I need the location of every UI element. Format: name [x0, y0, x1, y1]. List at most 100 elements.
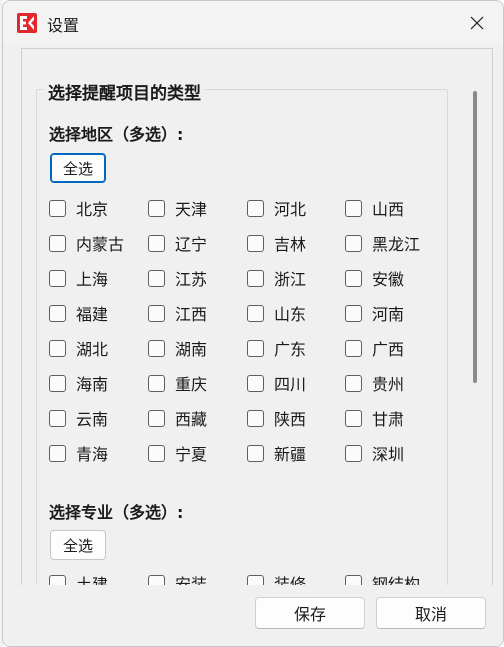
checkbox-label: 陕西 [274, 410, 307, 429]
checkbox[interactable] [345, 234, 362, 252]
checkbox[interactable] [49, 339, 66, 357]
close-icon [470, 16, 484, 30]
checkbox-item[interactable]: 青海 [49, 441, 108, 465]
checkbox-item[interactable]: 西藏 [148, 406, 207, 430]
checkbox-item[interactable]: 土建 [49, 571, 108, 585]
checkbox-label: 浙江 [274, 270, 307, 289]
checkbox-item[interactable]: 辽宁 [148, 231, 207, 255]
checkbox-label: 青海 [76, 445, 109, 464]
checkbox-label: 山西 [372, 200, 405, 219]
checkbox[interactable] [49, 199, 66, 217]
checkbox-label: 内蒙古 [76, 235, 125, 254]
checkbox-item[interactable]: 广西 [345, 336, 404, 360]
checkbox-item[interactable]: 重庆 [148, 371, 207, 395]
checkbox-item[interactable]: 吉林 [247, 231, 306, 255]
checkbox-label: 江西 [175, 305, 208, 324]
checkbox[interactable] [247, 339, 264, 357]
checkbox-label: 重庆 [175, 375, 208, 394]
checkbox-item[interactable]: 福建 [49, 301, 108, 325]
checkbox-label: 河南 [372, 305, 405, 324]
checkbox-item[interactable]: 装修 [247, 571, 307, 586]
checkbox-item[interactable]: 河南 [345, 301, 404, 325]
checkbox-item[interactable]: 江西 [148, 301, 207, 325]
checkbox-item[interactable]: 天津 [148, 196, 207, 220]
region-section-label: 选择地区（多选）: [49, 125, 184, 144]
checkbox-item[interactable]: 河北 [247, 196, 306, 220]
checkbox[interactable] [148, 269, 165, 287]
app-logo-icon [17, 13, 37, 33]
close-button[interactable] [459, 7, 495, 39]
checkbox-item[interactable]: 海南 [49, 371, 108, 395]
checkbox[interactable] [148, 409, 165, 427]
checkbox[interactable] [247, 269, 264, 287]
save-button[interactable]: 保存 [255, 597, 365, 629]
checkbox-label: 天津 [175, 200, 208, 219]
checkbox-item[interactable]: 贵州 [345, 371, 404, 395]
title-bar: 设置 [3, 1, 503, 45]
checkbox-label: 西藏 [175, 410, 208, 429]
checkbox-label: 广西 [372, 340, 405, 359]
checkbox-item[interactable]: 黑龙江 [345, 231, 420, 255]
checkbox[interactable] [148, 374, 165, 392]
checkbox-label: 广东 [274, 340, 307, 359]
region-select-all-button[interactable]: 全选 [50, 153, 106, 183]
checkbox-item[interactable]: 湖南 [148, 336, 207, 360]
checkbox[interactable] [247, 234, 264, 252]
checkbox-item[interactable]: 江苏 [148, 266, 207, 290]
checkbox-label: 湖北 [76, 340, 109, 359]
checkbox[interactable] [345, 304, 362, 322]
checkbox[interactable] [148, 199, 165, 217]
checkbox-item[interactable]: 上海 [49, 266, 108, 290]
checkbox-label: 装修 [274, 575, 307, 586]
checkbox[interactable] [49, 234, 66, 252]
checkbox[interactable] [49, 444, 66, 462]
checkbox[interactable] [49, 374, 66, 392]
checkbox-label: 福建 [76, 305, 109, 324]
scrollbar-thumb[interactable] [473, 91, 477, 383]
checkbox-item[interactable]: 广东 [247, 336, 306, 360]
checkbox-item[interactable]: 内蒙古 [49, 231, 124, 255]
checkbox-item[interactable]: 四川 [247, 371, 306, 395]
checkbox[interactable] [247, 304, 264, 322]
scroll-panel[interactable]: 选择提醒项目的类型 选择地区（多选）: 全选 北京 天津 河北 山西 内蒙古 辽宁 吉林 黑龙… [21, 48, 493, 586]
checkbox[interactable] [345, 199, 362, 217]
checkbox-item[interactable]: 宁夏 [148, 441, 207, 465]
checkbox[interactable] [345, 339, 362, 357]
checkbox-item[interactable]: 陕西 [247, 406, 306, 430]
checkbox[interactable] [49, 269, 66, 287]
checkbox[interactable] [148, 234, 165, 252]
checkbox-item[interactable]: 云南 [49, 406, 108, 430]
checkbox[interactable] [345, 444, 362, 462]
checkbox[interactable] [148, 444, 165, 462]
checkbox[interactable] [49, 304, 66, 322]
cancel-button[interactable]: 取消 [376, 597, 486, 629]
checkbox[interactable] [247, 199, 264, 217]
specialty-select-all-button[interactable]: 全选 [50, 530, 106, 560]
checkbox-item[interactable]: 北京 [49, 196, 108, 220]
checkbox[interactable] [148, 304, 165, 322]
checkbox[interactable] [247, 374, 264, 392]
checkbox-item[interactable]: 湖北 [49, 336, 108, 360]
checkbox-item[interactable]: 山东 [247, 301, 306, 325]
checkbox[interactable] [247, 444, 264, 462]
checkbox-label: 甘肃 [372, 410, 405, 429]
checkbox-item[interactable]: 安装 [148, 571, 208, 586]
checkbox-item[interactable]: 安徽 [345, 266, 404, 290]
checkbox-label: 安装 [175, 575, 208, 586]
checkbox-item[interactable]: 甘肃 [345, 406, 404, 430]
checkbox-item[interactable]: 深圳 [345, 441, 404, 465]
checkbox-label: 宁夏 [175, 445, 208, 464]
checkbox-label: 江苏 [175, 270, 208, 289]
checkbox[interactable] [148, 339, 165, 357]
settings-dialog: 设置 选择提醒项目的类型 选择地区（多选）: 全选 北京 天津 河北 山西 内蒙古 辽宁 吉… [2, 0, 504, 647]
checkbox-item[interactable]: 山西 [345, 196, 404, 220]
checkbox[interactable] [247, 409, 264, 427]
checkbox-item[interactable]: 新疆 [247, 441, 306, 465]
checkbox-label: 四川 [274, 375, 307, 394]
checkbox[interactable] [345, 409, 362, 427]
checkbox[interactable] [345, 269, 362, 287]
checkbox[interactable] [345, 374, 362, 392]
checkbox-item[interactable]: 钢结构 [345, 571, 420, 585]
checkbox-item[interactable]: 浙江 [247, 266, 306, 290]
checkbox[interactable] [49, 409, 66, 427]
